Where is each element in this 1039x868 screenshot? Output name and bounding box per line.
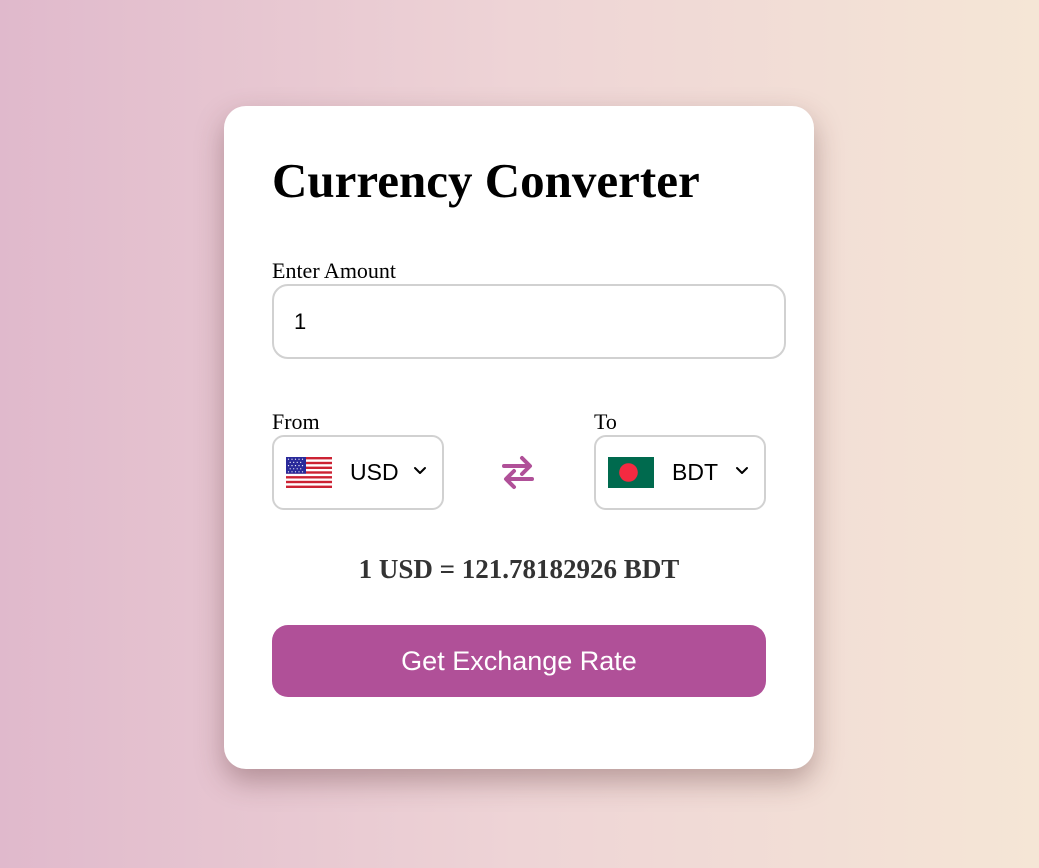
to-label: To [594, 409, 617, 434]
converter-card: Currency Converter Enter Amount From USD [224, 106, 814, 769]
exchange-rate-text: 1 USD = 121.78182926 BDT [358, 554, 680, 584]
from-currency-code: USD [350, 459, 399, 485]
from-label: From [272, 409, 320, 434]
to-currency-select[interactable]: BDT [594, 435, 766, 510]
get-exchange-rate-button[interactable]: Get Exchange Rate [272, 625, 766, 697]
chevron-down-icon [414, 467, 426, 474]
chevron-down-icon [736, 467, 748, 474]
to-currency-code: BDT [672, 459, 718, 485]
page-title: Currency Converter [272, 153, 700, 208]
amount-input[interactable] [272, 284, 786, 359]
amount-label: Enter Amount [272, 258, 397, 283]
from-currency-select[interactable]: USD [272, 435, 444, 510]
us-flag-icon [286, 457, 332, 488]
swap-icon[interactable] [500, 454, 536, 490]
bd-flag-icon [608, 457, 654, 488]
